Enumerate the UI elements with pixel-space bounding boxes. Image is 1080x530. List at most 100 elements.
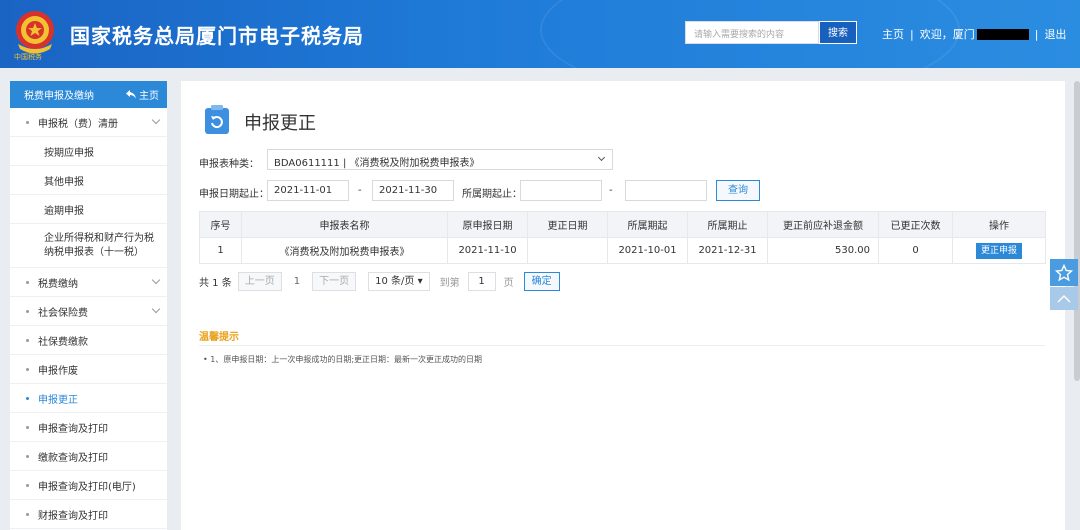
- nav-welcome-text: 欢迎，厦门: [919, 28, 975, 41]
- sidebar-item[interactable]: 税费缴纳: [10, 268, 167, 297]
- table-header-cell: 已更正次数: [878, 211, 953, 238]
- bullet-dot: [26, 483, 29, 487]
- correct-declaration-button[interactable]: 更正申报: [976, 242, 1022, 259]
- tips-text: • 1、原申报日期：上一次申报成功的日期;更正日期：最新一次更正成功的日期: [203, 355, 483, 364]
- sidebar-item-label: 社保费缴款: [38, 336, 88, 348]
- bullet-dot: [26, 280, 29, 284]
- chevron-down-icon: [151, 304, 161, 314]
- sidebar: 税费申报及缴纳 主页 申报税（费）清册按期应申报其他申报逾期申报企业所得税和财产…: [10, 81, 167, 530]
- sidebar-item[interactable]: 缴款查询及打印: [10, 442, 167, 471]
- bullet-dot: [26, 309, 29, 313]
- page-scrollbar[interactable]: [1074, 81, 1080, 381]
- pager-prev-button[interactable]: 上一页: [237, 272, 282, 291]
- date-from-input[interactable]: 2021-11-01: [267, 180, 349, 201]
- sidebar-home-link[interactable]: 主页: [126, 87, 159, 102]
- declaration-table: 序号 申报表名称 原申报日期 更正日期 所属期起 所属期止 更正前应补退金额 已更正次数 操作 …: [199, 211, 1046, 264]
- sidebar-item-label: 社会保险费: [38, 307, 88, 319]
- favorite-button[interactable]: [1050, 259, 1078, 286]
- pager-size-select[interactable]: 10 条/页 ▾: [368, 272, 430, 291]
- sidebar-item-active[interactable]: 申报更正: [10, 384, 167, 413]
- back-to-top-button[interactable]: [1050, 287, 1078, 310]
- table-header-cell: 原申报日期: [447, 211, 528, 238]
- star-icon: [1055, 263, 1073, 281]
- search-button[interactable]: 搜索: [819, 21, 857, 44]
- sidebar-subitem-label: 逾期申报: [44, 205, 84, 217]
- chevron-down-icon: [151, 115, 161, 125]
- pager-total: 共 1 条: [199, 278, 232, 289]
- pager-current-page[interactable]: 1: [294, 276, 300, 287]
- bullet-dot: [26, 120, 29, 124]
- sidebar-item[interactable]: 社会保险费: [10, 297, 167, 326]
- arrow-up-icon: [1057, 294, 1071, 303]
- table-header-cell: 所属期止: [687, 211, 768, 238]
- pager-confirm-button[interactable]: 确定: [523, 272, 560, 291]
- sidebar-item[interactable]: 社保费缴款: [10, 326, 167, 355]
- sidebar-item[interactable]: 申报作废: [10, 355, 167, 384]
- site-title: 国家税务总局厦门市电子税务局: [70, 24, 364, 48]
- tips-divider: [199, 345, 1045, 346]
- nav-home-link[interactable]: 主页: [882, 26, 904, 42]
- sidebar-item-label: 税费缴纳: [38, 278, 78, 290]
- form-type-select[interactable]: BDA0611111 | 《消费税及附加税费申报表》: [267, 149, 613, 170]
- pager-next-button[interactable]: 下一页: [312, 272, 357, 291]
- sidebar-subitem[interactable]: 其他申报: [10, 166, 167, 195]
- date-range-label: 申报日期起止：: [199, 189, 269, 200]
- pagination: 共 1 条 上一页 1 下一页 10 条/页 ▾ 到第 1 页 确定: [199, 271, 560, 292]
- pager-goto-input[interactable]: 1: [467, 272, 496, 291]
- period-range-label: 所属期起止：: [462, 189, 522, 200]
- sidebar-item[interactable]: 财报查询及打印: [10, 500, 167, 529]
- sidebar-item[interactable]: 申报查询及打印: [10, 413, 167, 442]
- chevron-down-icon: [151, 275, 161, 285]
- form-type-value: BDA0611111 | 《消费税及附加税费申报表》: [274, 158, 480, 169]
- bullet-dot: [26, 454, 29, 458]
- sidebar-header: 税费申报及缴纳 主页: [10, 81, 167, 108]
- date-to-input[interactable]: 2021-11-30: [372, 180, 454, 201]
- period-dash: -: [609, 185, 613, 196]
- table-cell-index: 1: [199, 237, 242, 264]
- sidebar-subitem-label: 企业所得税和财产行为税纳税申报表（十一税）: [44, 232, 154, 258]
- sidebar-item[interactable]: 申报查询及打印(电厅): [10, 471, 167, 500]
- table-body: 1 《消费税及附加税费申报表》 2021-11-10 2021-10-01 2021-1…: [199, 237, 1046, 264]
- table-cell-action: 更正申报: [952, 237, 1046, 264]
- pager-goto-label: 到第: [439, 278, 460, 289]
- redacted-username: [976, 28, 1029, 40]
- query-button[interactable]: 查询: [716, 180, 760, 201]
- sidebar-item-label: 缴款查询及打印: [38, 452, 108, 464]
- table-row: 1 《消费税及附加税费申报表》 2021-11-10 2021-10-01 2021-1…: [199, 237, 1046, 264]
- sidebar-subitem[interactable]: 企业所得税和财产行为税纳税申报表（十一税）: [10, 224, 167, 268]
- sidebar-item-label: 申报税（费）清册: [38, 118, 118, 130]
- date-dash: -: [358, 185, 362, 196]
- sidebar-subitem-label: 按期应申报: [44, 147, 94, 159]
- nav-logout-link[interactable]: 退出: [1044, 26, 1066, 42]
- page-title: 申报更正: [244, 113, 316, 134]
- table-cell-count: 0: [878, 237, 953, 264]
- chevron-down-icon: [597, 153, 606, 162]
- table-cell-period-end: 2021-12-31: [687, 237, 768, 264]
- table-header-cell: 所属期起: [607, 211, 688, 238]
- nav-separator: |: [910, 27, 914, 41]
- bullet-dot: [26, 512, 29, 516]
- pager-size-value: 10 条/页: [375, 276, 415, 287]
- bullet-dot: [26, 425, 29, 429]
- form-type-label: 申报表种类：: [199, 159, 259, 170]
- sidebar-item-label: 财报查询及打印: [38, 510, 108, 522]
- sidebar-subitem[interactable]: 按期应申报: [10, 137, 167, 166]
- table-header-row: 序号 申报表名称 原申报日期 更正日期 所属期起 所属期止 更正前应补退金额 已更正次数 操作: [199, 211, 1046, 238]
- period-from-input[interactable]: [520, 180, 602, 201]
- sidebar-title: 税费申报及缴纳: [24, 91, 94, 102]
- top-nav: 主页 | 欢迎，厦门 | 退出: [882, 26, 1066, 42]
- sidebar-subitem[interactable]: 逾期申报: [10, 195, 167, 224]
- search-input[interactable]: 请输入需要搜索的内容: [685, 21, 819, 44]
- table-header-cell: 序号: [199, 211, 242, 238]
- sidebar-item-label: 申报更正: [38, 394, 78, 406]
- table-cell-orig-date: 2021-11-10: [447, 237, 528, 264]
- main-panel: 申报更正 申报表种类： BDA0611111 | 《消费税及附加税费申报表》 申…: [181, 81, 1065, 530]
- home-icon: [126, 90, 136, 99]
- nav-separator: |: [1034, 27, 1039, 41]
- table-cell-fix-date: [527, 237, 608, 264]
- page-refresh-icon: [205, 105, 229, 134]
- period-to-input[interactable]: [625, 180, 707, 201]
- sidebar-item[interactable]: 申报税（费）清册: [10, 108, 167, 137]
- table-cell-amount: 530.00: [767, 237, 879, 264]
- bullet-dot: [26, 338, 29, 342]
